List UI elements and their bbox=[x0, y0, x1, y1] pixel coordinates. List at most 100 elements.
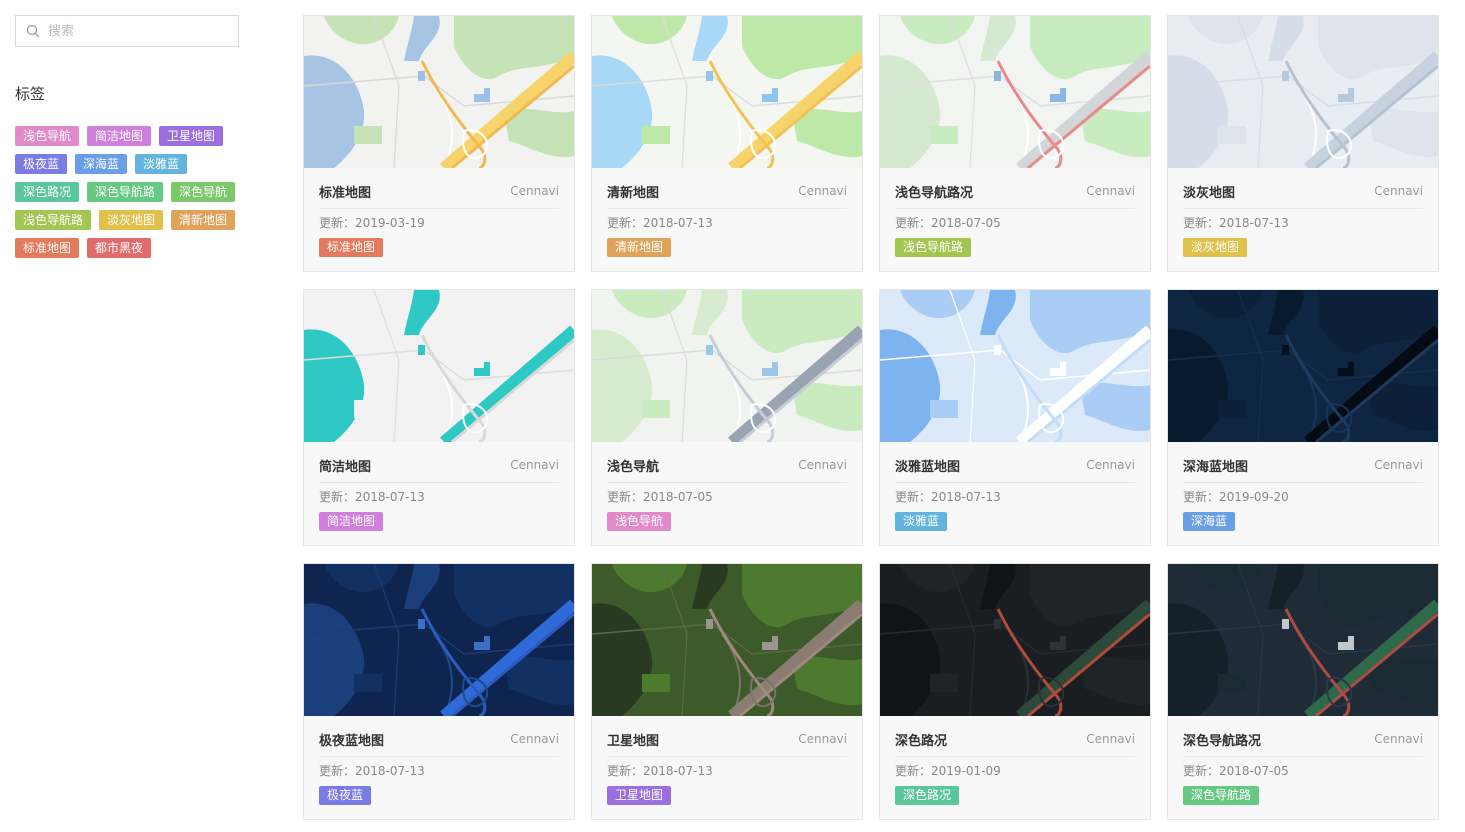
card-tag[interactable]: 极夜蓝 bbox=[319, 786, 372, 805]
card-update-date: 更新：2018-07-05 bbox=[1183, 764, 1289, 778]
card-title: 极夜蓝地图 bbox=[319, 733, 385, 749]
card-header: 淡灰地图 Cennavi bbox=[1183, 178, 1423, 209]
card-tag[interactable]: 标准地图 bbox=[319, 238, 384, 257]
card-update-date: 更新：2018-07-13 bbox=[607, 216, 713, 230]
card-title: 淡雅蓝地图 bbox=[895, 459, 961, 475]
card-vendor: Cennavi bbox=[798, 184, 847, 198]
search-box[interactable] bbox=[15, 15, 239, 47]
map-style-card[interactable]: 淡灰地图 Cennavi 更新：2018-07-13 淡灰地图 bbox=[1167, 15, 1439, 272]
card-vendor: Cennavi bbox=[798, 732, 847, 746]
search-input[interactable] bbox=[46, 22, 230, 40]
card-header: 淡雅蓝地图 Cennavi bbox=[895, 452, 1135, 483]
card-tag[interactable]: 深色导航路 bbox=[1183, 786, 1260, 805]
card-vendor: Cennavi bbox=[1086, 732, 1135, 746]
card-vendor: Cennavi bbox=[1086, 458, 1135, 472]
card-update-date: 更新：2019-01-09 bbox=[895, 764, 1001, 778]
map-style-card[interactable]: 淡雅蓝地图 Cennavi 更新：2018-07-13 淡雅蓝 bbox=[879, 289, 1151, 546]
card-header: 极夜蓝地图 Cennavi bbox=[319, 726, 559, 757]
card-header: 深色路况 Cennavi bbox=[895, 726, 1135, 757]
map-thumbnail bbox=[1168, 290, 1438, 442]
map-style-card[interactable]: 标准地图 Cennavi 更新：2019-03-19 标准地图 bbox=[303, 15, 575, 272]
card-update-date: 更新：2018-07-13 bbox=[1183, 216, 1289, 230]
filter-tag[interactable]: 简洁地图 bbox=[87, 126, 152, 146]
tag-cloud: 浅色导航 简洁地图 卫星地图极夜蓝 深海蓝 淡雅蓝深色路况 深色导航路 深色导航浅色导航路淡… bbox=[15, 126, 245, 266]
card-update-date: 更新：2018-07-05 bbox=[607, 490, 713, 504]
card-tag[interactable]: 浅色导航路 bbox=[895, 238, 972, 257]
map-thumbnail bbox=[592, 290, 862, 442]
card-update-date: 更新：2018-07-13 bbox=[895, 490, 1001, 504]
map-style-card[interactable]: 清新地图 Cennavi 更新：2018-07-13 清新地图 bbox=[591, 15, 863, 272]
map-style-card[interactable]: 简洁地图 Cennavi 更新：2018-07-13 简洁地图 bbox=[303, 289, 575, 546]
card-header: 深海蓝地图 Cennavi bbox=[1183, 452, 1423, 483]
map-thumbnail bbox=[304, 16, 574, 168]
card-update-date: 更新：2019-03-19 bbox=[319, 216, 425, 230]
map-thumbnail bbox=[592, 564, 862, 716]
card-header: 浅色导航 Cennavi bbox=[607, 452, 847, 483]
card-tag[interactable]: 浅色导航 bbox=[607, 512, 672, 531]
filter-tag[interactable]: 深色导航路 bbox=[87, 182, 164, 202]
card-tag[interactable]: 淡雅蓝 bbox=[895, 512, 948, 531]
filter-tag[interactable]: 都市黑夜 bbox=[87, 238, 152, 258]
card-title: 深色导航路况 bbox=[1183, 733, 1262, 749]
map-thumbnail bbox=[880, 16, 1150, 168]
card-title: 标准地图 bbox=[319, 185, 372, 201]
map-style-card[interactable]: 浅色导航 Cennavi 更新：2018-07-05 浅色导航 bbox=[591, 289, 863, 546]
card-vendor: Cennavi bbox=[1374, 184, 1423, 198]
card-title: 深色路况 bbox=[895, 733, 948, 749]
map-thumbnail bbox=[1168, 16, 1438, 168]
card-update-date: 更新：2018-07-13 bbox=[607, 764, 713, 778]
card-update-date: 更新：2019-09-20 bbox=[1183, 490, 1289, 504]
card-vendor: Cennavi bbox=[1086, 184, 1135, 198]
card-title: 简洁地图 bbox=[319, 459, 372, 475]
card-header: 清新地图 Cennavi bbox=[607, 178, 847, 209]
card-update-date: 更新：2018-07-05 bbox=[895, 216, 1001, 230]
card-vendor: Cennavi bbox=[1374, 458, 1423, 472]
card-header: 深色导航路况 Cennavi bbox=[1183, 726, 1423, 757]
card-tag[interactable]: 深色路况 bbox=[895, 786, 960, 805]
search-icon bbox=[26, 24, 40, 38]
card-header: 标准地图 Cennavi bbox=[319, 178, 559, 209]
filter-tag[interactable]: 深色导航 bbox=[171, 182, 236, 202]
sidebar: 标签 浅色导航简洁地图卫星地图极夜蓝深海蓝淡雅蓝深色路况深色导航路深色导航浅色导… bbox=[15, 15, 239, 266]
card-vendor: Cennavi bbox=[798, 458, 847, 472]
card-title: 深海蓝地图 bbox=[1183, 459, 1249, 475]
map-style-card[interactable]: 深海蓝地图 Cennavi 更新：2019-09-20 深海蓝 bbox=[1167, 289, 1439, 546]
card-header: 浅色导航路况 Cennavi bbox=[895, 178, 1135, 209]
card-tag[interactable]: 简洁地图 bbox=[319, 512, 384, 531]
filter-tag[interactable]: 浅色导航 bbox=[15, 126, 80, 146]
card-update-date: 更新：2018-07-13 bbox=[319, 764, 425, 778]
card-title: 浅色导航 bbox=[607, 459, 660, 475]
card-title: 清新地图 bbox=[607, 185, 660, 201]
map-style-card[interactable]: 浅色导航路况 Cennavi 更新：2018-07-05 浅色导航路 bbox=[879, 15, 1151, 272]
map-thumbnail bbox=[880, 290, 1150, 442]
card-header: 卫星地图 Cennavi bbox=[607, 726, 847, 757]
map-style-card[interactable]: 卫星地图 Cennavi 更新：2018-07-13 卫星地图 bbox=[591, 563, 863, 820]
map-thumbnail bbox=[1168, 564, 1438, 716]
map-style-card[interactable]: 极夜蓝地图 Cennavi 更新：2018-07-13 极夜蓝 bbox=[303, 563, 575, 820]
card-tag[interactable]: 清新地图 bbox=[607, 238, 672, 257]
filter-tag[interactable]: 深色路况 bbox=[15, 182, 80, 202]
card-vendor: Cennavi bbox=[1374, 732, 1423, 746]
map-thumbnail bbox=[592, 16, 862, 168]
map-style-card[interactable]: 深色导航路况 Cennavi 更新：2018-07-05 深色导航路 bbox=[1167, 563, 1439, 820]
map-thumbnail bbox=[880, 564, 1150, 716]
card-tag[interactable]: 深海蓝 bbox=[1183, 512, 1236, 531]
filter-tag[interactable]: 淡雅蓝 bbox=[135, 154, 188, 174]
card-header: 简洁地图 Cennavi bbox=[319, 452, 559, 483]
filter-tag[interactable]: 清新地图 bbox=[171, 210, 236, 230]
filter-tag[interactable]: 淡灰地图 bbox=[99, 210, 164, 230]
map-style-card[interactable]: 深色路况 Cennavi 更新：2019-01-09 深色路况 bbox=[879, 563, 1151, 820]
filter-tag[interactable]: 卫星地图 bbox=[159, 126, 224, 146]
card-title: 淡灰地图 bbox=[1183, 185, 1236, 201]
card-vendor: Cennavi bbox=[510, 458, 559, 472]
map-thumbnail bbox=[304, 290, 574, 442]
filter-tag[interactable]: 浅色导航路 bbox=[15, 210, 92, 230]
map-thumbnail bbox=[304, 564, 574, 716]
card-tag[interactable]: 卫星地图 bbox=[607, 786, 672, 805]
card-title: 卫星地图 bbox=[607, 733, 660, 749]
filter-tag[interactable]: 极夜蓝 bbox=[15, 154, 68, 174]
filter-tag[interactable]: 标准地图 bbox=[15, 238, 80, 258]
tags-heading: 标签 bbox=[15, 85, 46, 103]
filter-tag[interactable]: 深海蓝 bbox=[75, 154, 128, 174]
card-tag[interactable]: 淡灰地图 bbox=[1183, 238, 1248, 257]
